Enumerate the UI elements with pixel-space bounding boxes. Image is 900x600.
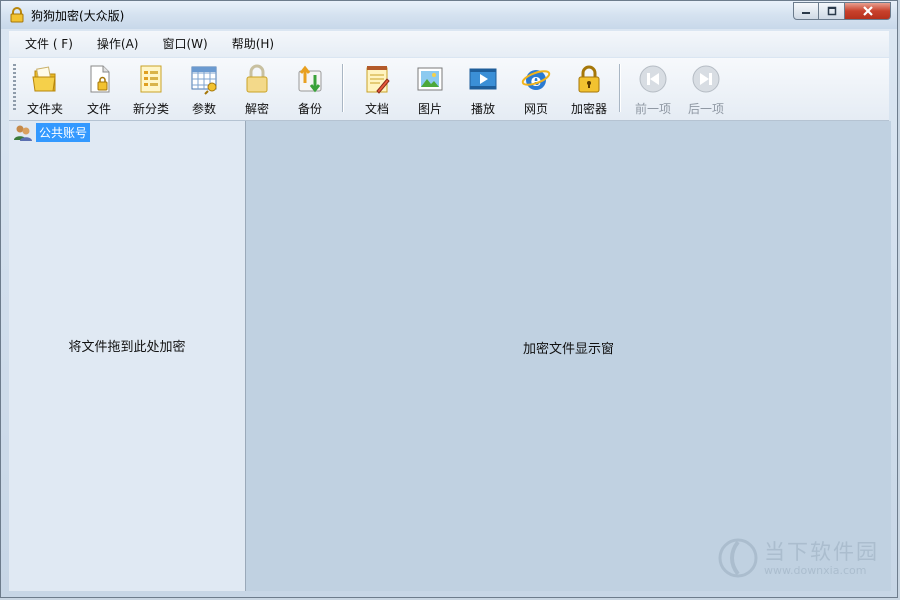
close-button[interactable]: [845, 2, 891, 20]
settings-grid-icon: [191, 66, 217, 95]
display-window-hint: 加密文件显示窗: [522, 342, 614, 357]
folder-button-label: 文件夹: [26, 102, 63, 116]
menu-window[interactable]: 窗口(W): [152, 31, 217, 57]
maximize-button[interactable]: [819, 2, 845, 20]
new-category-button-label: 新分类: [132, 102, 169, 116]
menu-operate[interactable]: 操作(A): [87, 31, 149, 57]
lock-icon: [578, 65, 600, 93]
play-icon: [469, 68, 497, 90]
next-button[interactable]: 后一项: [680, 62, 732, 118]
prev-icon: [639, 65, 667, 93]
folder-icon: [32, 66, 56, 92]
minimize-button[interactable]: [793, 2, 819, 20]
params-button-label: 参数: [191, 102, 216, 116]
minimize-icon: [802, 12, 810, 14]
toolbar-separator: [619, 64, 621, 112]
previous-button[interactable]: 前一项: [627, 62, 679, 118]
folder-button[interactable]: 文件夹: [19, 62, 71, 118]
menu-help[interactable]: 帮助(H): [222, 31, 284, 57]
encryptor-button-label: 加密器: [570, 102, 607, 116]
menu-bar: 文件 ( F) 操作(A) 窗口(W) 帮助(H): [9, 31, 889, 57]
next-icon: [692, 65, 720, 93]
unlock-icon: [246, 64, 268, 93]
encryptor-button[interactable]: 加密器: [563, 62, 615, 118]
next-button-label: 后一项: [687, 102, 724, 116]
toolbar-grip[interactable]: [13, 64, 16, 112]
toolbar-separator: [342, 64, 344, 112]
watermark: 当下软件园 www.downxia.com: [716, 536, 886, 581]
web-button[interactable]: e 网页: [510, 62, 562, 118]
watermark-logo-icon: [718, 538, 758, 578]
backup-button[interactable]: 备份: [284, 62, 336, 118]
decrypt-button[interactable]: 解密: [231, 62, 283, 118]
file-icon: [90, 65, 110, 93]
web-button-label: 网页: [523, 102, 548, 116]
caption-buttons: [793, 2, 891, 20]
account-tree-pane[interactable]: 公共账号 将文件拖到此处加密: [9, 121, 246, 591]
backup-icon: [298, 65, 322, 93]
close-icon: [862, 6, 873, 16]
watermark-url: www.downxia.com: [764, 564, 867, 577]
window-title: 狗狗加密(大众版): [31, 9, 125, 23]
document-button[interactable]: 文档: [351, 62, 403, 118]
picture-icon: [417, 67, 443, 91]
file-button[interactable]: 文件: [73, 62, 125, 118]
document-button-label: 文档: [364, 102, 389, 116]
decrypt-button-label: 解密: [244, 102, 269, 116]
new-category-icon: [140, 65, 162, 93]
title-bar[interactable]: 狗狗加密(大众版): [1, 1, 897, 29]
document-icon: [366, 66, 390, 94]
previous-button-label: 前一项: [634, 102, 671, 116]
play-button[interactable]: 播放: [457, 62, 509, 118]
picture-button[interactable]: 图片: [404, 62, 456, 118]
tree-node-public-account[interactable]: 公共账号: [13, 123, 91, 142]
play-button-label: 播放: [470, 102, 495, 116]
menu-file[interactable]: 文件 ( F): [15, 31, 83, 57]
lock-app-icon: [10, 7, 24, 23]
file-button-label: 文件: [86, 102, 111, 116]
picture-button-label: 图片: [417, 102, 442, 116]
app-window: 狗狗加密(大众版) 文件 ( F) 操作(A) 窗口(W) 帮助(H) 文件夹 …: [0, 0, 898, 598]
users-icon: [14, 125, 32, 141]
new-category-button[interactable]: 新分类: [125, 62, 177, 118]
drop-hint: 将文件拖到此处加密: [68, 340, 186, 355]
toolbar: 文件夹 文件 新分类 参数 解密 备份 文档 图片 播放 e 网页 加密器 前一…: [9, 58, 889, 121]
watermark-brand: 当下软件园: [764, 540, 879, 564]
params-button[interactable]: 参数: [178, 62, 230, 118]
tree-node-label: 公共账号: [36, 123, 91, 142]
maximize-icon: [827, 6, 836, 16]
encrypted-files-pane[interactable]: 加密文件显示窗: [246, 121, 891, 591]
ie-icon: e: [521, 70, 551, 91]
backup-button-label: 备份: [297, 102, 322, 116]
